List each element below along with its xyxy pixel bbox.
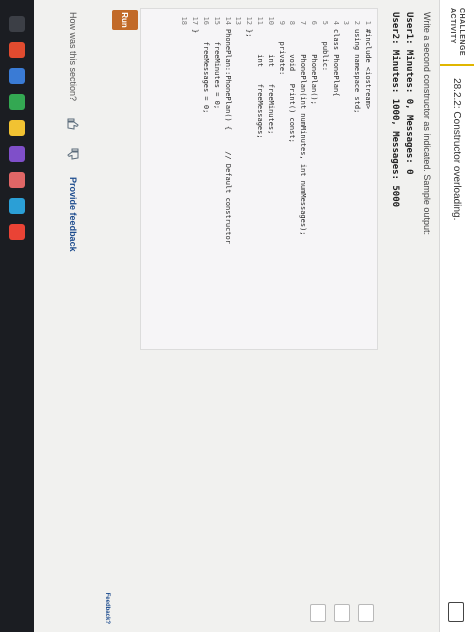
code-text[interactable]: int freeMinutes; xyxy=(267,29,275,134)
activity-tag-line1: CHALLENGE xyxy=(458,8,465,57)
code-text[interactable]: PhonePlan(); xyxy=(310,29,318,105)
line-number: 12 xyxy=(245,16,254,25)
line-number: 8 xyxy=(288,20,297,25)
taskbar-app-icon[interactable] xyxy=(9,16,25,32)
activity-tag: CHALLENGE ACTIVITY xyxy=(440,0,474,67)
code-text[interactable]: PhonePlan::PhonePlan() { // Default cons… xyxy=(224,29,232,244)
thumbs-down-icon[interactable] xyxy=(66,147,80,161)
app-screen: CHALLENGE ACTIVITY 28.2.2: Constructor o… xyxy=(0,0,474,632)
code-text[interactable]: }; xyxy=(245,29,253,37)
taskbar-app-icon[interactable] xyxy=(9,42,25,58)
code-line[interactable]: 3 xyxy=(341,13,352,244)
taskbar-app-icon[interactable] xyxy=(9,146,25,162)
code-line[interactable]: 16 freeMessages = 0; xyxy=(200,13,211,244)
code-text[interactable]: private: xyxy=(278,29,286,76)
code-line[interactable]: 14PhonePlan::PhonePlan() { // Default co… xyxy=(222,13,233,244)
feedback-question: How was this section? xyxy=(68,12,78,102)
code-lines[interactable]: 1 #include <iostream> 2 using namespace std… xyxy=(179,13,373,244)
activity-title: 28.2.2: Constructor overloading. xyxy=(451,78,463,221)
taskbar-app-icon[interactable] xyxy=(9,224,25,240)
sample-output: User1: Minutes: 0, Messages: 0 User2: Mi… xyxy=(388,12,416,207)
line-number: 7 xyxy=(299,20,308,25)
code-line[interactable]: 15 freeMinutes = 0; xyxy=(211,13,222,244)
activity-tag-line2: ACTIVITY xyxy=(449,8,456,44)
code-line[interactable]: 13 xyxy=(233,13,244,244)
code-text[interactable]: freeMessages = 0; xyxy=(202,29,210,114)
code-text[interactable]: class PhonePlan{ xyxy=(332,29,340,96)
run-button[interactable]: Run xyxy=(112,10,138,30)
code-line[interactable]: 12}; xyxy=(243,13,254,244)
line-number: 1 xyxy=(364,20,372,25)
sample-output-line: User2: Minutes: 1000, Messages: 5000 xyxy=(390,12,400,208)
line-number: 17 xyxy=(191,16,200,25)
side-panel-box[interactable] xyxy=(358,604,374,622)
line-number: 10 xyxy=(266,16,275,25)
taskbar-app-icon[interactable] xyxy=(9,172,25,188)
line-number: 13 xyxy=(234,16,243,25)
feedback-row: How was this section? Provide feedback xyxy=(66,12,80,252)
code-line[interactable]: 2 using namespace std; xyxy=(351,13,362,244)
side-panel-box[interactable] xyxy=(310,604,326,622)
line-number: 14 xyxy=(223,16,232,25)
code-text[interactable]: using namespace std; xyxy=(353,29,361,113)
line-number: 16 xyxy=(202,16,211,25)
line-number: 5 xyxy=(320,20,329,25)
side-panel-box[interactable] xyxy=(334,604,350,622)
instructions: Write a second constructor as indicated.… xyxy=(422,12,432,235)
thumbs-up-icon[interactable] xyxy=(66,117,80,131)
code-line[interactable]: 18 xyxy=(179,13,190,244)
activity-header: CHALLENGE ACTIVITY 28.2.2: Constructor o… xyxy=(439,0,474,632)
line-number: 2 xyxy=(353,20,362,25)
code-line[interactable]: 6 PhonePlan(); xyxy=(308,13,319,244)
sample-output-line: User1: Minutes: 0, Messages: 0 xyxy=(404,12,414,175)
code-text[interactable]: int freeMessages; xyxy=(256,29,264,138)
taskbar-app-icon[interactable] xyxy=(9,94,25,110)
code-text[interactable]: } xyxy=(191,29,199,33)
code-line[interactable]: 8 void Print() const; xyxy=(287,13,298,244)
line-number: 15 xyxy=(212,16,221,25)
code-line[interactable]: 4 class PhonePlan{ xyxy=(330,13,341,244)
taskbar xyxy=(0,0,34,632)
code-line[interactable]: 5 public: xyxy=(319,13,330,244)
taskbar-app-icon[interactable] xyxy=(9,120,25,136)
code-line[interactable]: 9 private: xyxy=(276,13,287,244)
side-panel xyxy=(310,598,374,628)
code-text[interactable]: public: xyxy=(321,29,329,72)
line-number: 11 xyxy=(256,16,265,25)
line-number: 9 xyxy=(277,20,286,25)
code-text[interactable]: void Print() const; xyxy=(288,29,296,143)
provide-feedback-link[interactable]: Provide feedback xyxy=(68,177,78,252)
taskbar-app-icon[interactable] xyxy=(9,198,25,214)
line-number: 4 xyxy=(331,20,340,25)
code-line[interactable]: 10 int freeMinutes; xyxy=(265,13,276,244)
code-editor[interactable]: 1 #include <iostream> 2 using namespace std… xyxy=(140,8,378,350)
line-number: 3 xyxy=(342,20,351,25)
code-text[interactable]: #include <iostream> xyxy=(364,29,372,109)
feedback-icon[interactable] xyxy=(448,602,464,622)
code-text[interactable]: freeMinutes = 0; xyxy=(213,29,221,109)
feedback-link[interactable]: Feedback? xyxy=(104,593,110,624)
taskbar-app-icon[interactable] xyxy=(9,68,25,84)
code-line[interactable]: 7 PhonePlan(int numMinutes, int numMessa… xyxy=(297,13,308,244)
line-number: 6 xyxy=(310,20,319,25)
activity-content: Write a second constructor as indicated.… xyxy=(34,0,440,632)
code-line[interactable]: 11 int freeMessages; xyxy=(254,13,265,244)
line-number: 18 xyxy=(180,16,189,25)
code-line[interactable]: 1 #include <iostream> xyxy=(362,13,373,244)
code-line[interactable]: 17} xyxy=(189,13,200,244)
code-text[interactable]: PhonePlan(int numMinutes, int numMessage… xyxy=(299,29,307,235)
